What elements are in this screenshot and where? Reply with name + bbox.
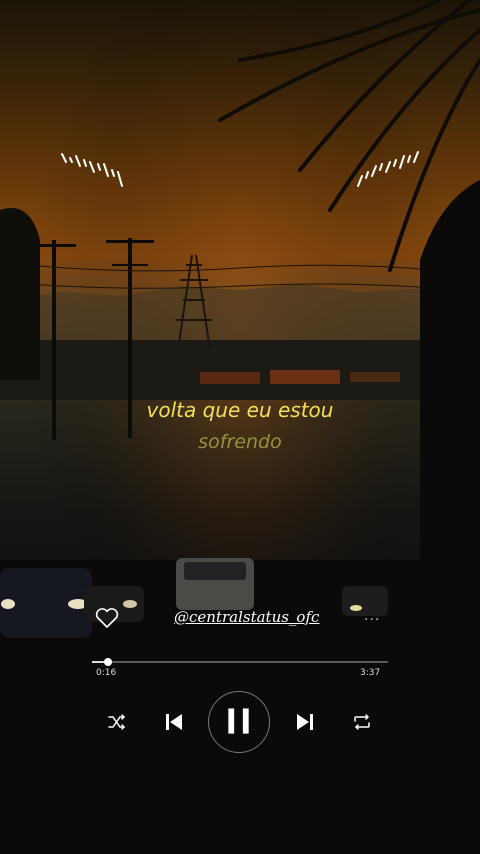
elapsed-time: 0:16	[96, 668, 117, 678]
track-meta-row: @centralstatus_ofc ...	[0, 606, 480, 634]
total-duration: 3:37	[360, 668, 381, 678]
audio-wave-icon	[357, 151, 419, 187]
next-lyric-line: sofrendo	[198, 431, 282, 453]
playback-controls	[0, 690, 480, 756]
skip-next-icon[interactable]	[296, 713, 314, 731]
video-frame: volta que eu estou sofrendo @centralstat…	[0, 0, 480, 854]
heart-outline-icon[interactable]	[94, 606, 120, 630]
current-lyric-line: volta que eu estou	[146, 398, 334, 422]
playback-progress-bar[interactable]	[92, 658, 388, 666]
skip-previous-icon[interactable]	[165, 713, 183, 731]
pause-button[interactable]	[208, 691, 270, 753]
progress-track	[92, 661, 388, 663]
pause-icon	[228, 708, 249, 734]
progress-knob[interactable]	[103, 658, 112, 666]
artist-handle-link[interactable]: @centralstatus_ofc	[174, 608, 319, 626]
repeat-icon[interactable]	[352, 713, 372, 731]
audio-wave-icon	[61, 153, 123, 187]
more-options-button[interactable]: ...	[364, 608, 380, 624]
shuffle-icon[interactable]	[108, 714, 126, 730]
